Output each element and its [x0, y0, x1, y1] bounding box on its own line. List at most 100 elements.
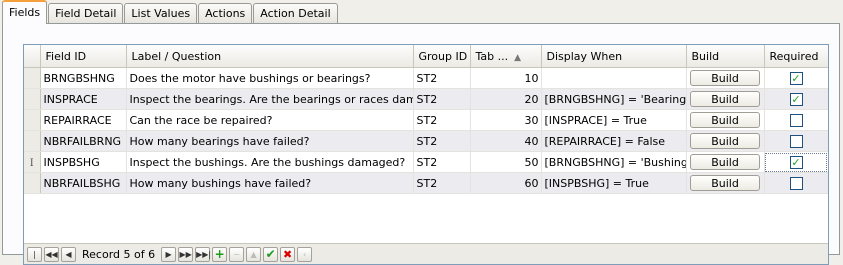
- row-selector[interactable]: I: [24, 151, 41, 173]
- col-header-label[interactable]: Label / Question: [126, 45, 414, 68]
- cell-label[interactable]: Inspect the bearings. Are the bearings o…: [126, 88, 414, 110]
- table-row[interactable]: I INSPBSHG Inspect the bushings. Are the b…: [24, 151, 828, 173]
- build-button[interactable]: Build: [690, 112, 760, 128]
- required-checkbox[interactable]: [789, 176, 803, 190]
- tab-action-detail[interactable]: Action Detail: [253, 3, 338, 23]
- cell-field-id[interactable]: INSPBSHG: [40, 151, 127, 173]
- cell-label[interactable]: How many bearings have failed?: [126, 130, 414, 152]
- cell-field-id[interactable]: NBRFAILBSHG: [40, 172, 127, 194]
- table-row[interactable]: REPAIRRACE Can the race be repaired? ST2 30…: [24, 109, 828, 131]
- cell-group-id[interactable]: ST2: [413, 109, 471, 131]
- required-checkbox[interactable]: [789, 113, 803, 127]
- build-button[interactable]: Build: [690, 133, 760, 149]
- row-selector[interactable]: [24, 88, 41, 110]
- cell-required: ✓: [764, 151, 828, 173]
- cell-label[interactable]: Does the motor have bushings or bearings…: [126, 67, 414, 89]
- cancel-icon[interactable]: ✖: [280, 246, 296, 262]
- cell-build: Build: [686, 67, 765, 89]
- post-icon[interactable]: ✔: [263, 246, 279, 262]
- row-selector[interactable]: [24, 109, 41, 131]
- tab-fields[interactable]: Fields: [2, 0, 48, 24]
- first-icon[interactable]: |◀◀: [27, 246, 42, 264]
- cell-field-id[interactable]: INSPRACE: [40, 88, 127, 110]
- cell-display-when[interactable]: [INSPRACE] = True: [541, 109, 687, 131]
- required-checkbox[interactable]: ✓: [789, 92, 803, 106]
- cell-tab[interactable]: 30: [470, 109, 542, 131]
- col-header-required[interactable]: Required: [764, 45, 828, 68]
- table-row[interactable]: NBRFAILBRNG How many bearings have failed…: [24, 130, 828, 152]
- cell-group-id[interactable]: ST2: [413, 88, 471, 110]
- prev-icon[interactable]: ◀: [61, 246, 76, 262]
- row-selector[interactable]: [24, 130, 41, 152]
- cell-required: ✓: [764, 67, 828, 89]
- cell-tab[interactable]: 40: [470, 130, 542, 152]
- cell-group-id[interactable]: ST2: [413, 151, 471, 173]
- row-selector[interactable]: [24, 172, 41, 194]
- tab-list-values[interactable]: List Values: [124, 3, 198, 23]
- cell-display-when[interactable]: [REPAIRRACE] = False: [541, 130, 687, 152]
- tab-actions[interactable]: Actions: [198, 3, 253, 23]
- record-position-text: Record 5 of 6: [82, 247, 156, 261]
- row-selector[interactable]: [24, 67, 41, 89]
- cell-label[interactable]: Inspect the bushings. Are the bushings d…: [126, 151, 414, 173]
- required-checkbox[interactable]: ✓: [789, 71, 803, 85]
- cell-group-id[interactable]: ST2: [413, 172, 471, 194]
- next-icon[interactable]: ▶: [161, 246, 177, 262]
- text-cursor-icon: I: [29, 157, 34, 169]
- cell-group-id[interactable]: ST2: [413, 67, 471, 89]
- cell-tab[interactable]: 60: [470, 172, 542, 194]
- cell-build: Build: [686, 130, 765, 152]
- refresh-icon[interactable]: ‹: [297, 246, 313, 262]
- build-button[interactable]: Build: [690, 91, 760, 107]
- cell-display-when[interactable]: [BRNGBSHNG] = 'Bearings': [541, 88, 687, 110]
- row-selector-header: [24, 45, 41, 68]
- cell-field-id[interactable]: BRNGBSHNG: [40, 67, 127, 89]
- tab-panel: Field ID Label / Question Group ID Tab .…: [2, 23, 840, 265]
- grid-header-row: Field ID Label / Question Group ID Tab .…: [24, 45, 828, 68]
- delete-icon[interactable]: −: [229, 246, 245, 262]
- build-button[interactable]: Build: [690, 70, 760, 86]
- build-button[interactable]: Build: [690, 175, 760, 191]
- cell-label[interactable]: Can the race be repaired?: [126, 109, 414, 131]
- col-header-display-when[interactable]: Display When: [541, 45, 687, 68]
- record-navigator: |◀◀ ◀◀ ◀ Record 5 of 6 ▶ ▶▶ ▶▶| + − ▲ ✔ …: [24, 243, 828, 264]
- col-header-build[interactable]: Build: [686, 45, 765, 68]
- cell-build: Build: [686, 88, 765, 110]
- cell-build: Build: [686, 172, 765, 194]
- required-checkbox[interactable]: [789, 134, 803, 148]
- tab-field-detail[interactable]: Field Detail: [48, 3, 124, 23]
- cell-required: [764, 172, 828, 194]
- cell-required: [764, 130, 828, 152]
- tab-strip: Fields Field Detail List Values Actions …: [2, 0, 339, 24]
- next-page-icon[interactable]: ▶▶: [178, 246, 194, 262]
- add-icon[interactable]: +: [212, 246, 228, 262]
- build-button[interactable]: Build: [690, 154, 760, 170]
- cell-required: ✓: [764, 88, 828, 110]
- cell-display-when[interactable]: [INSPBSHG] = True: [541, 172, 687, 194]
- fields-grid: Field ID Label / Question Group ID Tab .…: [23, 44, 829, 265]
- table-row[interactable]: NBRFAILBSHG How many bushings have failed…: [24, 172, 828, 194]
- table-row[interactable]: INSPRACE Inspect the bearings. Are the be…: [24, 88, 828, 110]
- cell-tab[interactable]: 20: [470, 88, 542, 110]
- col-header-tab-label: Tab ...: [475, 49, 509, 63]
- cell-build: Build: [686, 109, 765, 131]
- col-header-group-id[interactable]: Group ID: [413, 45, 471, 68]
- col-header-tab[interactable]: Tab ... ▲: [470, 45, 542, 68]
- cell-build: Build: [686, 151, 765, 173]
- cell-tab[interactable]: 50: [470, 151, 542, 173]
- cell-field-id[interactable]: NBRFAILBRNG: [40, 130, 127, 152]
- required-checkbox[interactable]: ✓: [789, 155, 803, 169]
- edit-icon[interactable]: ▲: [246, 246, 262, 262]
- cell-label[interactable]: How many bushings have failed?: [126, 172, 414, 194]
- table-row[interactable]: BRNGBSHNG Does the motor have bushings or…: [24, 67, 828, 89]
- cell-field-id[interactable]: REPAIRRACE: [40, 109, 127, 131]
- sort-ascending-icon: ▲: [514, 52, 522, 63]
- col-header-field-id[interactable]: Field ID: [40, 45, 127, 68]
- cell-display-when[interactable]: [BRNGBSHNG] = 'Bushings': [541, 151, 687, 173]
- prev-page-icon[interactable]: ◀◀: [44, 246, 59, 262]
- cell-group-id[interactable]: ST2: [413, 130, 471, 152]
- last-icon[interactable]: ▶▶|: [195, 246, 211, 262]
- cell-required: [764, 109, 828, 131]
- cell-tab[interactable]: 10: [470, 67, 542, 89]
- cell-display-when[interactable]: [541, 67, 687, 89]
